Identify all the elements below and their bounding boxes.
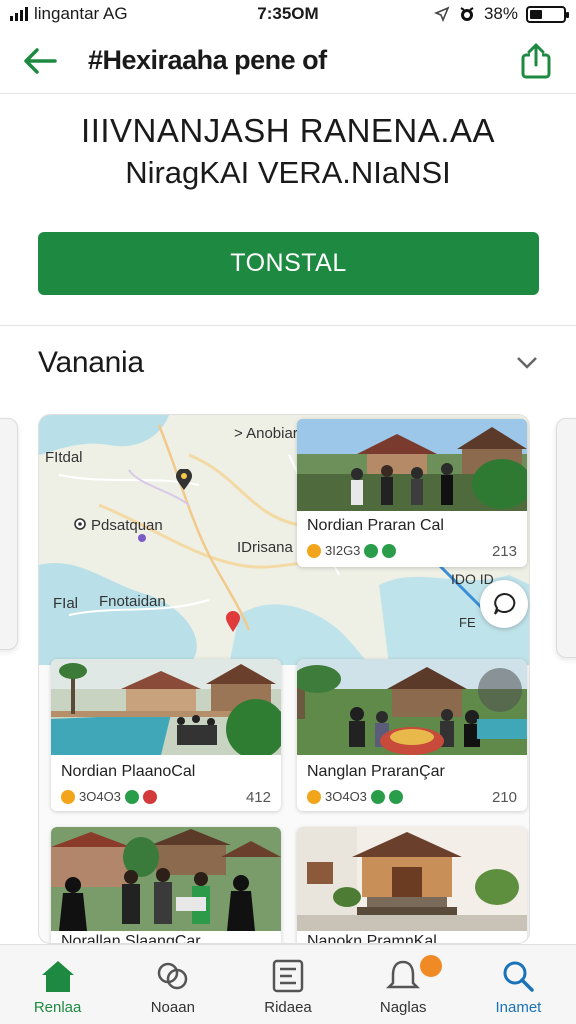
headline: IIIVNANJASH RANENA.AA NiragKAI VERA.NIaN… — [0, 110, 576, 194]
carousel-next-card[interactable] — [556, 418, 576, 658]
primary-button[interactable]: TONSTAL — [38, 232, 539, 295]
bottom-nav: Renlaa Noaan Ridaea Naglas Inamet — [0, 944, 576, 1024]
results-panel: > Anobiara FItdal Pdsatquan IDrisana FIa… — [38, 414, 530, 944]
map-pin-icon[interactable] — [225, 611, 241, 633]
rating-icon — [61, 789, 75, 804]
map-label: Fnotaidan — [99, 593, 166, 610]
app-header: #Hexiraaha pene of — [0, 28, 576, 94]
nav-item-home[interactable]: Renlaa — [0, 945, 115, 1024]
notification-badge — [419, 955, 442, 977]
section-dropdown[interactable]: Vanania — [38, 340, 538, 386]
place-title: Nordian PlaanoCal — [61, 763, 196, 780]
place-title: Nanokn PramnKal — [307, 933, 437, 944]
nav-label: Naglas — [379, 999, 427, 1016]
document-icon — [272, 959, 304, 993]
status-right: 38% — [366, 4, 569, 24]
map-label: FItdal — [45, 449, 83, 466]
carousel-prev-card[interactable] — [0, 418, 18, 650]
map-label: Pdsatquan — [91, 517, 163, 534]
divider — [0, 325, 576, 326]
floating-overlay-button[interactable] — [478, 668, 522, 712]
place-title: Nanglan PraranÇar — [307, 763, 445, 780]
headline-line-2: NiragKAI VERA.NIaNSI — [125, 155, 451, 190]
back-button[interactable] — [20, 41, 60, 81]
tag-icon — [388, 789, 403, 804]
location-icon — [433, 6, 450, 22]
nav-item-link[interactable]: Noaan — [115, 945, 230, 1024]
verified-icon — [364, 543, 379, 558]
status-time: 7:35OM — [257, 4, 319, 23]
nav-label: Renlaa — [33, 999, 82, 1016]
place-card[interactable]: Nordian PlaanoCal 3O4O3 412 — [51, 659, 281, 811]
nav-label: Ridaea — [264, 999, 312, 1016]
place-card[interactable]: Nanokn PramnKal — [297, 827, 527, 944]
tag-icon — [142, 789, 157, 804]
map-label: IDrisana — [237, 539, 293, 556]
bell-icon — [386, 960, 421, 989]
search-icon — [503, 961, 535, 992]
place-meta: 3O4O3 — [61, 789, 157, 804]
place-count: 210 — [491, 789, 517, 806]
chat-bubble-icon — [494, 592, 516, 615]
map-label: FE — [459, 615, 476, 630]
share-button[interactable] — [516, 41, 556, 81]
place-count: 213 — [491, 543, 517, 560]
place-card[interactable]: Nordian Praran Cal 3I2G3 213 — [297, 419, 527, 567]
rating-icon — [307, 543, 321, 558]
place-meta: 3O4O3 — [307, 789, 403, 804]
map-pin-icon[interactable] — [175, 469, 193, 491]
verified-icon — [370, 789, 385, 804]
nav-label: Inamet — [495, 999, 542, 1016]
place-photo — [297, 419, 527, 511]
place-photo — [51, 659, 281, 755]
map-label: FIal — [53, 595, 79, 612]
battery-percent: 38% — [483, 4, 518, 23]
battery-fill — [530, 9, 543, 19]
nav-item-document[interactable]: Ridaea — [230, 945, 345, 1024]
arrow-left-icon — [24, 47, 57, 74]
map-marker-icon — [74, 518, 86, 530]
map-label: > Anobiara — [234, 425, 307, 442]
map-marker-icon — [138, 534, 146, 542]
place-meta-value: 3O4O3 — [325, 789, 367, 804]
tag-icon — [382, 543, 397, 558]
chat-button[interactable] — [480, 580, 528, 628]
place-title: Norallan SlaangCar — [61, 933, 201, 944]
nav-item-notifications[interactable]: Naglas — [346, 945, 461, 1024]
headline-line-1: IIIVNANJASH RANENA.AA — [81, 112, 495, 149]
place-meta: 3I2G3 — [307, 543, 397, 558]
place-photo — [51, 827, 281, 931]
home-icon — [41, 961, 74, 992]
page-title: #Hexiraaha pene of — [88, 45, 327, 75]
place-title: Nordian Praran Cal — [307, 517, 444, 534]
carrier-label: lingantar AG — [34, 4, 128, 23]
section-label: Vanania — [38, 346, 144, 379]
map-label: IDO ID — [451, 571, 494, 587]
nav-label: Noaan — [150, 999, 195, 1016]
share-icon — [521, 43, 551, 78]
alarm-icon — [460, 7, 474, 21]
nav-item-search[interactable]: Inamet — [461, 945, 576, 1024]
battery-icon — [526, 5, 569, 23]
rating-icon — [307, 789, 321, 804]
verified-icon — [124, 789, 139, 804]
status-left: lingantar AG — [10, 4, 210, 24]
signal-icon — [10, 7, 28, 21]
link-icon — [157, 962, 188, 990]
place-meta-value: 3I2G3 — [325, 543, 361, 558]
status-bar: lingantar AG 7:35OM 38% — [0, 0, 576, 28]
chevron-down-icon — [517, 357, 537, 369]
place-meta-value: 3O4O3 — [79, 789, 121, 804]
place-card[interactable]: Norallan SlaangCar — [51, 827, 281, 944]
place-photo — [297, 827, 527, 931]
place-count: 412 — [245, 789, 271, 806]
